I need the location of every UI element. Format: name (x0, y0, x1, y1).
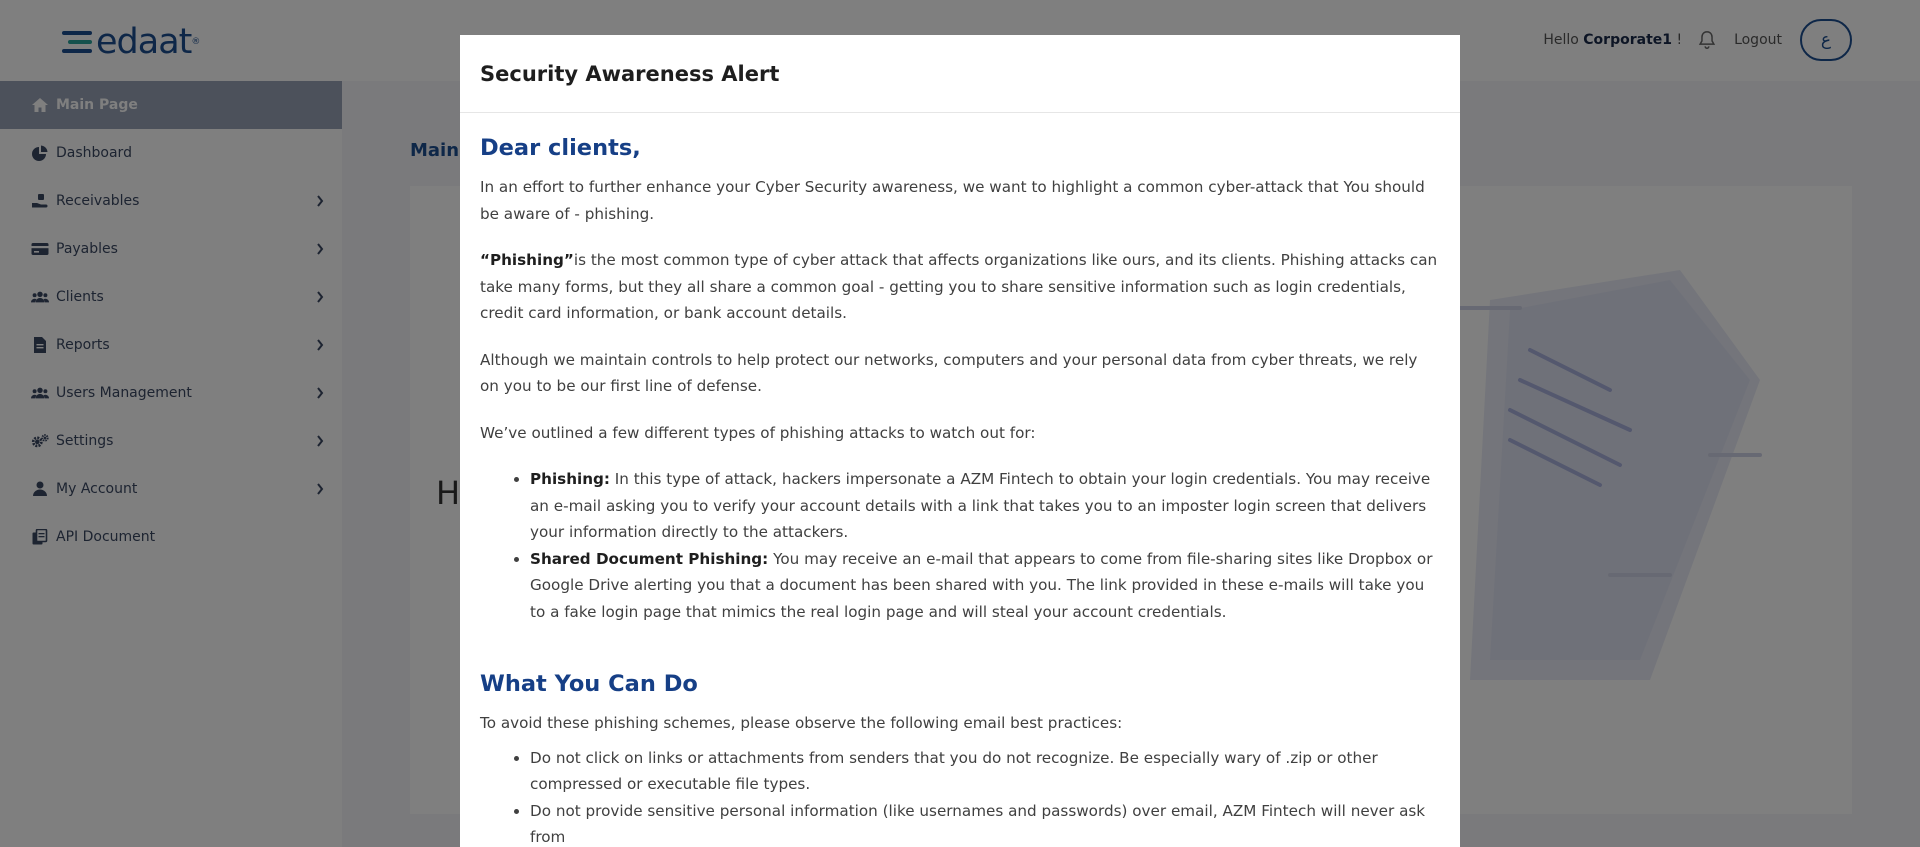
intro-paragraph: In an effort to further enhance your Cyb… (480, 178, 1425, 223)
what-you-can-do-heading: What You Can Do (480, 671, 698, 697)
greeting-heading: Dear clients, (480, 135, 641, 161)
security-alert-modal: Security Awareness Alert Dear clients, I… (460, 35, 1460, 847)
list-item: Phishing: In this type of attack, hacker… (530, 466, 1440, 546)
attack-types-list: Phishing: In this type of attack, hacker… (530, 466, 1440, 625)
best-practices-list: Do not click on links or attachments fro… (530, 745, 1440, 847)
phishing-term: “Phishing” (480, 251, 574, 269)
phishing-definition-paragraph: “Phishing”is the most common type of cyb… (480, 251, 1438, 322)
outlined-paragraph: We’ve outlined a few different types of … (480, 423, 1036, 442)
what-intro-paragraph: To avoid these phishing schemes, please … (480, 714, 1123, 732)
modal-body[interactable]: Dear clients, In an effort to further en… (460, 113, 1460, 847)
modal-header: Security Awareness Alert (460, 35, 1460, 113)
list-item: Do not provide sensitive personal inform… (530, 798, 1440, 847)
list-item: Do not click on links or attachments fro… (530, 745, 1440, 798)
controls-paragraph: Although we maintain controls to help pr… (480, 350, 1418, 396)
modal-title: Security Awareness Alert (480, 61, 780, 86)
list-item: Shared Document Phishing: You may receiv… (530, 546, 1440, 626)
